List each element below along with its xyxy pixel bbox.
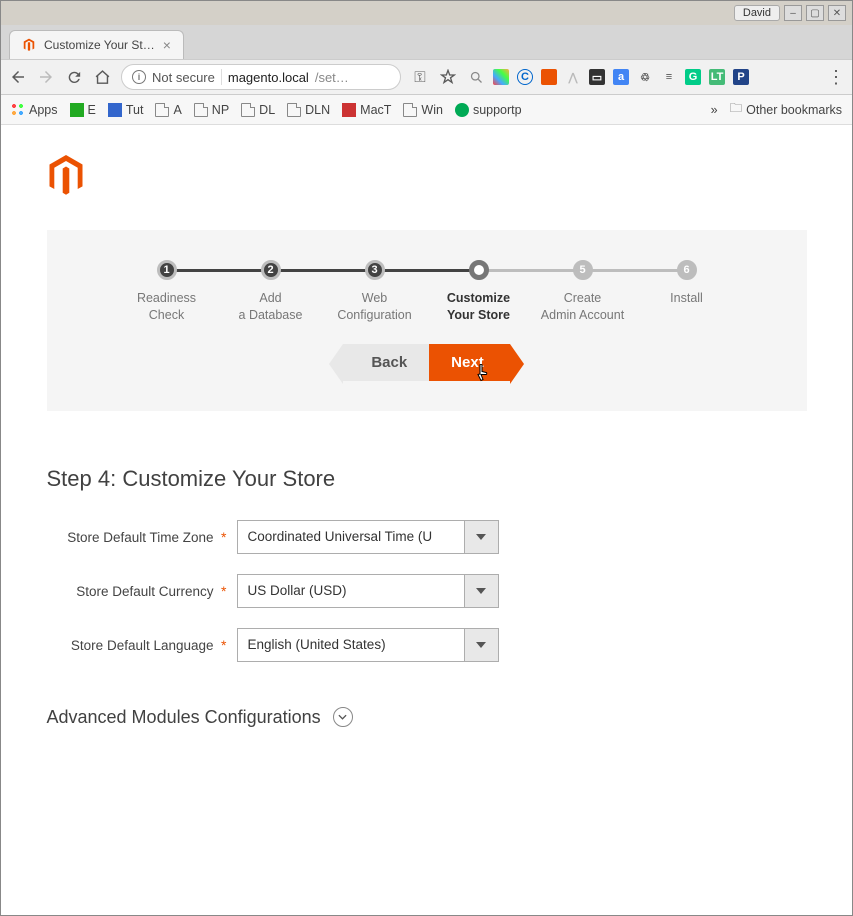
ext-icon-4[interactable]: ⋀ — [565, 69, 581, 85]
magento-favicon-icon — [22, 38, 36, 52]
address-bar: i Not secure magento.local/set… ⚿ C ⋀ ▭ … — [1, 59, 852, 95]
security-label: Not secure — [152, 70, 215, 85]
timezone-select[interactable]: Coordinated Universal Time (U — [237, 520, 499, 554]
home-button[interactable] — [93, 68, 111, 86]
tab-title: Customize Your St… — [44, 38, 155, 52]
ext-icon-3[interactable] — [541, 69, 557, 85]
url-input[interactable]: i Not secure magento.local/set… — [121, 64, 401, 90]
bookmark-np[interactable]: NP — [194, 103, 229, 117]
bookmark-e[interactable]: E — [70, 103, 96, 117]
ext-icon-1[interactable] — [493, 69, 509, 85]
ext-icon-2[interactable]: C — [517, 69, 533, 85]
advanced-label: Advanced Modules Configurations — [47, 707, 321, 728]
ext-icon-7[interactable]: ♲ — [637, 69, 653, 85]
forward-nav-button — [37, 68, 55, 86]
bookmarks-bar: Apps E Tut A NP DL DLN MacT Win supportp… — [1, 95, 852, 125]
language-value: English (United States) — [238, 629, 464, 661]
timezone-label: Store Default Time Zone * — [47, 529, 237, 545]
timezone-row: Store Default Time Zone * Coordinated Un… — [47, 520, 807, 554]
folder-icon: 🗀 — [730, 99, 743, 120]
ext-icon-6[interactable]: a — [613, 69, 629, 85]
key-icon[interactable]: ⚿ — [411, 68, 429, 86]
reload-button[interactable] — [65, 68, 83, 86]
url-host: magento.local — [228, 70, 309, 85]
url-path: /set… — [315, 70, 349, 85]
bookmark-win[interactable]: Win — [403, 103, 443, 117]
maximize-button[interactable]: ▢ — [806, 5, 824, 21]
bookmark-dln[interactable]: DLN — [287, 103, 330, 117]
ext-icon-11[interactable]: P — [733, 69, 749, 85]
step-readiness[interactable]: 1 ReadinessCheck — [115, 260, 219, 324]
ext-icon-9[interactable]: G — [685, 69, 701, 85]
language-row: Store Default Language * English (United… — [47, 628, 807, 662]
ext-icon-10[interactable]: LT — [709, 69, 725, 85]
dropdown-button[interactable] — [464, 521, 498, 553]
currency-select[interactable]: US Dollar (USD) — [237, 574, 499, 608]
expand-toggle-icon[interactable] — [333, 707, 353, 727]
minimize-button[interactable]: – — [784, 5, 802, 21]
site-info-icon[interactable]: i — [132, 70, 146, 84]
dropdown-button[interactable] — [464, 575, 498, 607]
ext-icon-8[interactable]: ≡ — [661, 69, 677, 85]
currency-row: Store Default Currency * US Dollar (USD) — [47, 574, 807, 608]
step-install[interactable]: 6 Install — [635, 260, 739, 307]
other-bookmarks[interactable]: 🗀Other bookmarks — [730, 99, 842, 120]
window-titlebar: David – ▢ ✕ — [1, 1, 852, 25]
section-title: Step 4: Customize Your Store — [47, 466, 807, 492]
apps-button[interactable]: Apps — [11, 103, 58, 117]
currency-label: Store Default Currency * — [47, 583, 237, 599]
wizard-panel: 1 ReadinessCheck 2 Adda Database 3 WebCo… — [47, 230, 807, 411]
search-ext-icon[interactable] — [467, 68, 485, 86]
bookmark-supportp[interactable]: supportp — [455, 103, 522, 117]
bookmark-mact[interactable]: MacT — [342, 103, 391, 117]
bookmark-overflow[interactable]: » — [711, 103, 718, 117]
browser-tab[interactable]: Customize Your St… × — [9, 30, 184, 59]
bookmark-a[interactable]: A — [155, 103, 181, 117]
tab-bar: Customize Your St… × — [1, 25, 852, 59]
wizard-steps: 1 ReadinessCheck 2 Adda Database 3 WebCo… — [67, 260, 787, 324]
advanced-section-header[interactable]: Advanced Modules Configurations — [47, 707, 807, 728]
timezone-value: Coordinated Universal Time (U — [238, 521, 464, 553]
language-label: Store Default Language * — [47, 637, 237, 653]
ext-icon-5[interactable]: ▭ — [589, 69, 605, 85]
back-nav-button[interactable] — [9, 68, 27, 86]
bookmark-dl[interactable]: DL — [241, 103, 275, 117]
dropdown-button[interactable] — [464, 629, 498, 661]
language-select[interactable]: English (United States) — [237, 628, 499, 662]
currency-value: US Dollar (USD) — [238, 575, 464, 607]
next-button[interactable]: Next — [429, 344, 510, 381]
magento-logo-icon — [47, 155, 85, 197]
user-label: David — [734, 5, 780, 21]
close-tab-icon[interactable]: × — [163, 37, 171, 53]
browser-menu-button[interactable]: ⋮ — [827, 67, 844, 88]
star-icon[interactable] — [439, 68, 457, 86]
bookmark-tut[interactable]: Tut — [108, 103, 144, 117]
back-button[interactable]: Back — [343, 344, 429, 381]
close-window-button[interactable]: ✕ — [828, 5, 846, 21]
